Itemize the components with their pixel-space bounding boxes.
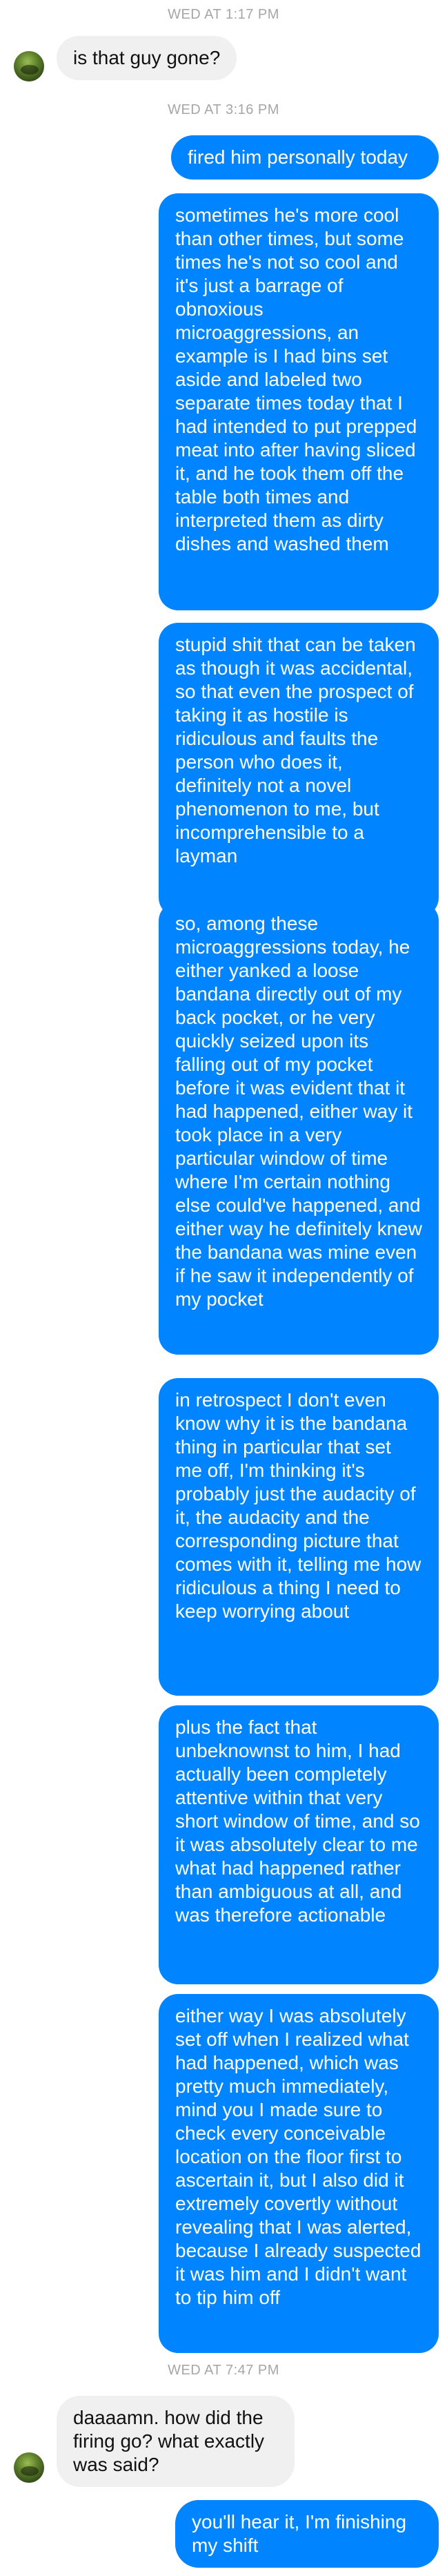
timestamp: WED AT 7:47 PM (168, 2363, 279, 2378)
outgoing-message[interactable]: sometimes he's more cool than other time… (159, 193, 439, 610)
timestamp: WED AT 1:17 PM (168, 7, 279, 22)
message-thread: WED AT 1:17 PM is that guy gone? WED AT … (0, 0, 447, 2576)
incoming-message[interactable]: daaaamn. how did the firing go? what exa… (57, 2396, 295, 2487)
outgoing-message[interactable]: plus the fact that unbeknownst to him, I… (159, 1705, 439, 1984)
outgoing-message[interactable]: either way I was absolutely set off when… (159, 1994, 439, 2353)
outgoing-message[interactable]: you'll hear it, I'm finishing my shift (175, 2500, 439, 2568)
outgoing-message[interactable]: fired him personally today (171, 135, 439, 180)
outgoing-message[interactable]: in retrospect I don't even know why it i… (159, 1378, 439, 1696)
incoming-message[interactable]: is that guy gone? (57, 36, 237, 80)
contact-avatar[interactable] (14, 2452, 44, 2483)
contact-avatar[interactable] (14, 51, 44, 81)
outgoing-message[interactable]: so, among these microaggressions today, … (159, 902, 439, 1355)
timestamp: WED AT 3:16 PM (168, 102, 279, 117)
outgoing-message[interactable]: stupid shit that can be taken as though … (159, 623, 439, 917)
